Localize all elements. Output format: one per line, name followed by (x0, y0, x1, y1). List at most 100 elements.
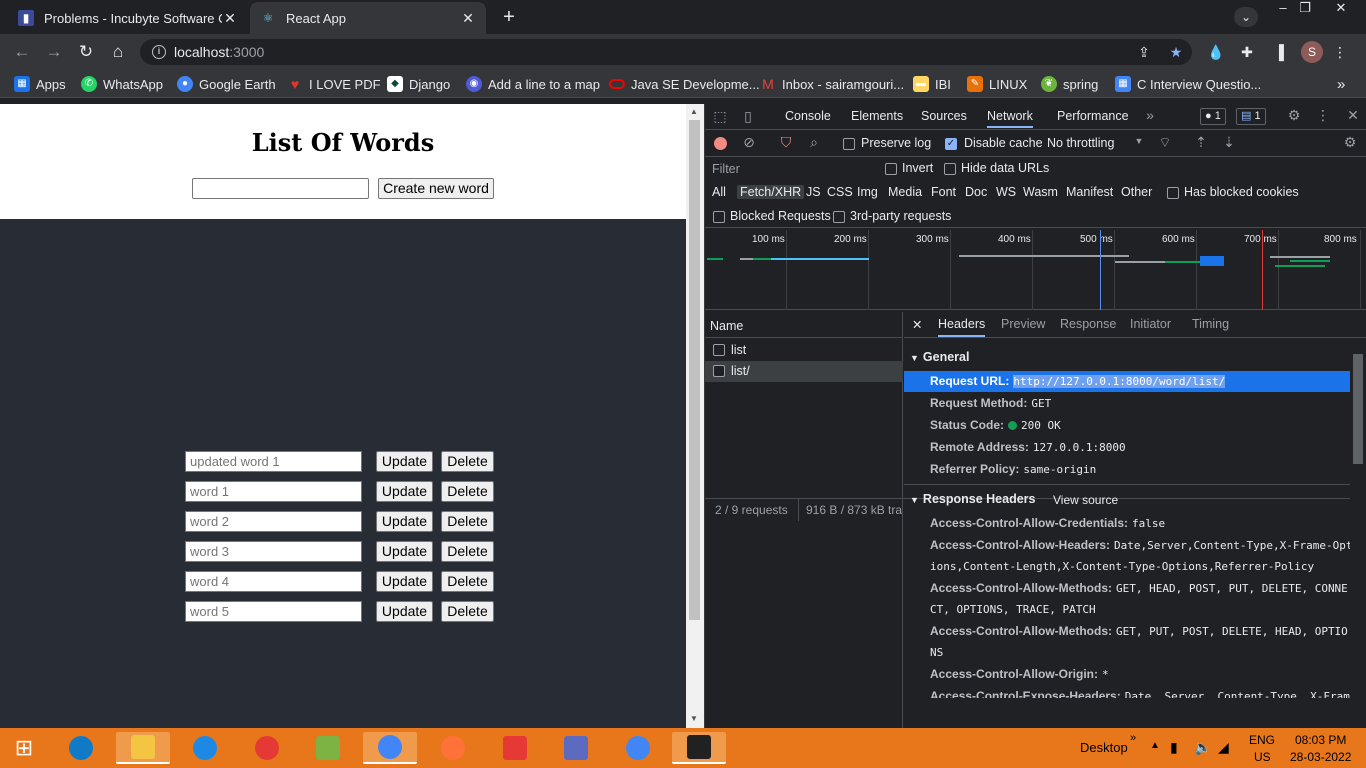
share-icon[interactable]: ⇪ (1134, 42, 1154, 62)
create-word-button[interactable]: Create new word (378, 178, 494, 199)
desktop-toolbar-label[interactable]: Desktop (1080, 740, 1128, 755)
record-icon[interactable] (714, 137, 727, 150)
third-party-checkbox[interactable] (833, 211, 845, 223)
tab-response[interactable]: Response (1060, 317, 1116, 331)
tab-search-icon[interactable]: ⌄ (1234, 7, 1258, 27)
bookmark-apps[interactable]: ▦ Apps (14, 75, 66, 93)
taskbar-app[interactable] (556, 732, 596, 764)
type-js[interactable]: JS (803, 185, 824, 199)
wifi-conditions-icon[interactable]: ⌔ (1156, 134, 1174, 152)
header-value-continued[interactable]: CT, OPTIONS, TRACE, PATCH (904, 603, 1348, 616)
more-tabs-icon[interactable]: » (1141, 107, 1159, 123)
delete-button[interactable]: Delete (441, 511, 494, 532)
type-css[interactable]: CSS (824, 185, 856, 199)
taskbar-app[interactable] (363, 732, 417, 764)
header-value[interactable]: 200 OK (1021, 419, 1061, 432)
bookmark-star-icon[interactable]: ★ (1166, 42, 1186, 62)
start-button[interactable]: ⊞ (4, 732, 44, 764)
forward-icon[interactable]: → (43, 42, 65, 64)
bookmark-django[interactable]: ◆ Django (387, 75, 450, 93)
tab-react-app[interactable]: ⚛ React App ✕ (250, 2, 486, 34)
update-button[interactable]: Update (376, 541, 433, 562)
request-url-row[interactable]: Request URL: http://127.0.0.1:8000/word/l… (904, 371, 1350, 392)
type-wasm[interactable]: Wasm (1020, 185, 1061, 199)
close-devtools-icon[interactable]: ✕ (1344, 107, 1362, 124)
clear-icon[interactable]: ⊘ (740, 134, 758, 151)
update-button[interactable]: Update (376, 601, 433, 622)
import-har-icon[interactable]: ⇡ (1192, 134, 1210, 151)
show-hidden-icons[interactable]: ▲ (1150, 740, 1160, 751)
tab-initiator[interactable]: Initiator (1130, 317, 1171, 331)
tab-sources[interactable]: Sources (921, 109, 967, 123)
more-toolbars-icon[interactable]: » (1130, 732, 1136, 744)
volume-icon[interactable]: 🔈 (1194, 739, 1211, 756)
type-ws[interactable]: WS (993, 185, 1019, 199)
device-toolbar-icon[interactable]: ▯ (739, 108, 757, 125)
type-img[interactable]: Img (854, 185, 881, 199)
general-section-toggle[interactable]: ▼ General (910, 350, 969, 364)
address-bar[interactable] (140, 39, 1192, 65)
filter-input[interactable]: Filter (707, 159, 872, 179)
tab-performance[interactable]: Performance (1057, 109, 1129, 123)
tab-headers[interactable]: Headers (938, 317, 986, 337)
clock-time[interactable]: 08:03 PM (1295, 733, 1346, 747)
header-value[interactable]: GET, PUT, POST, DELETE, HEAD, OPTIO (1116, 625, 1348, 638)
bookmark-add-line-map[interactable]: ◉ Add a line to a map (466, 75, 600, 93)
delete-button[interactable]: Delete (441, 601, 494, 622)
type-all[interactable]: All (709, 185, 729, 199)
has-blocked-cookies-checkbox[interactable] (1167, 187, 1179, 199)
page-scrollbar[interactable]: ▲ ▼ (686, 104, 704, 728)
bookmark-inbox[interactable]: M Inbox - sairamgouri... (760, 75, 904, 93)
tab-preview[interactable]: Preview (1001, 317, 1045, 331)
error-badge[interactable]: ● 1 (1200, 108, 1226, 125)
scrollbar-thumb[interactable] (1353, 354, 1363, 464)
header-value[interactable]: same-origin (1023, 463, 1096, 476)
tab-timing[interactable]: Timing (1192, 317, 1229, 331)
extensions-icon[interactable]: ✚ (1237, 42, 1257, 62)
disable-cache-checkbox[interactable]: ✓ (945, 138, 957, 150)
close-tab-icon[interactable]: ✕ (222, 10, 238, 27)
header-value[interactable]: GET, HEAD, POST, PUT, DELETE, CONNE (1116, 582, 1348, 595)
side-panel-icon[interactable]: ▐ (1269, 42, 1289, 62)
detail-scrollbar[interactable] (1350, 344, 1366, 714)
url-text[interactable]: localhost:3000 (174, 44, 264, 60)
chevron-down-icon[interactable]: ▼ (1130, 136, 1148, 146)
taskbar-app[interactable] (308, 732, 348, 764)
taskbar-app[interactable] (495, 732, 535, 764)
taskbar-app[interactable] (433, 732, 473, 764)
header-value[interactable]: GET (1031, 397, 1051, 410)
update-button[interactable]: Update (376, 571, 433, 592)
bookmark-google-earth[interactable]: ● Google Earth (177, 75, 276, 93)
inspect-icon[interactable]: ⬚ (711, 108, 729, 125)
bookmark-ilovepdf[interactable]: ♥ I LOVE PDF (287, 75, 381, 93)
delete-button[interactable]: Delete (441, 481, 494, 502)
bookmark-linux[interactable]: ✎ LINUX (967, 75, 1027, 93)
bookmark-ibi[interactable]: ▬ IBI (913, 75, 951, 93)
close-window-icon[interactable]: ✕ (1326, 0, 1356, 18)
filter-icon[interactable]: ⛉ (777, 134, 795, 151)
taskbar-app[interactable] (247, 732, 287, 764)
language-indicator[interactable]: ENG (1249, 733, 1275, 747)
taskbar-app[interactable] (61, 732, 101, 764)
header-value[interactable]: * (1102, 668, 1109, 681)
request-row[interactable]: list (705, 340, 903, 361)
word-input[interactable]: word 5 (185, 601, 362, 622)
back-icon[interactable]: ← (11, 42, 33, 64)
word-input[interactable]: word 2 (185, 511, 362, 532)
search-icon[interactable]: ⌕ (805, 134, 823, 151)
scrollbar-thumb[interactable] (689, 120, 700, 620)
bookmark-c-interview[interactable]: ▦ C Interview Questio... (1115, 75, 1261, 93)
update-button[interactable]: Update (376, 451, 433, 472)
region-indicator[interactable]: US (1254, 750, 1271, 764)
type-media[interactable]: Media (885, 185, 925, 199)
header-value-continued[interactable]: ions,Content-Length,X-Content-Type-Optio… (904, 560, 1352, 573)
avatar[interactable]: S (1301, 41, 1323, 63)
type-font[interactable]: Font (928, 185, 959, 199)
restore-icon[interactable]: ❐ (1290, 0, 1320, 18)
delete-button[interactable]: Delete (441, 571, 494, 592)
customize-icon[interactable]: ⋮ (1314, 107, 1332, 124)
tab-incubyte[interactable]: ▮ Problems - Incubyte Software Cra ✕ (8, 2, 248, 34)
network-settings-icon[interactable]: ⚙ (1341, 134, 1359, 151)
header-value[interactable]: false (1132, 517, 1165, 530)
blocked-requests-checkbox[interactable] (713, 211, 725, 223)
